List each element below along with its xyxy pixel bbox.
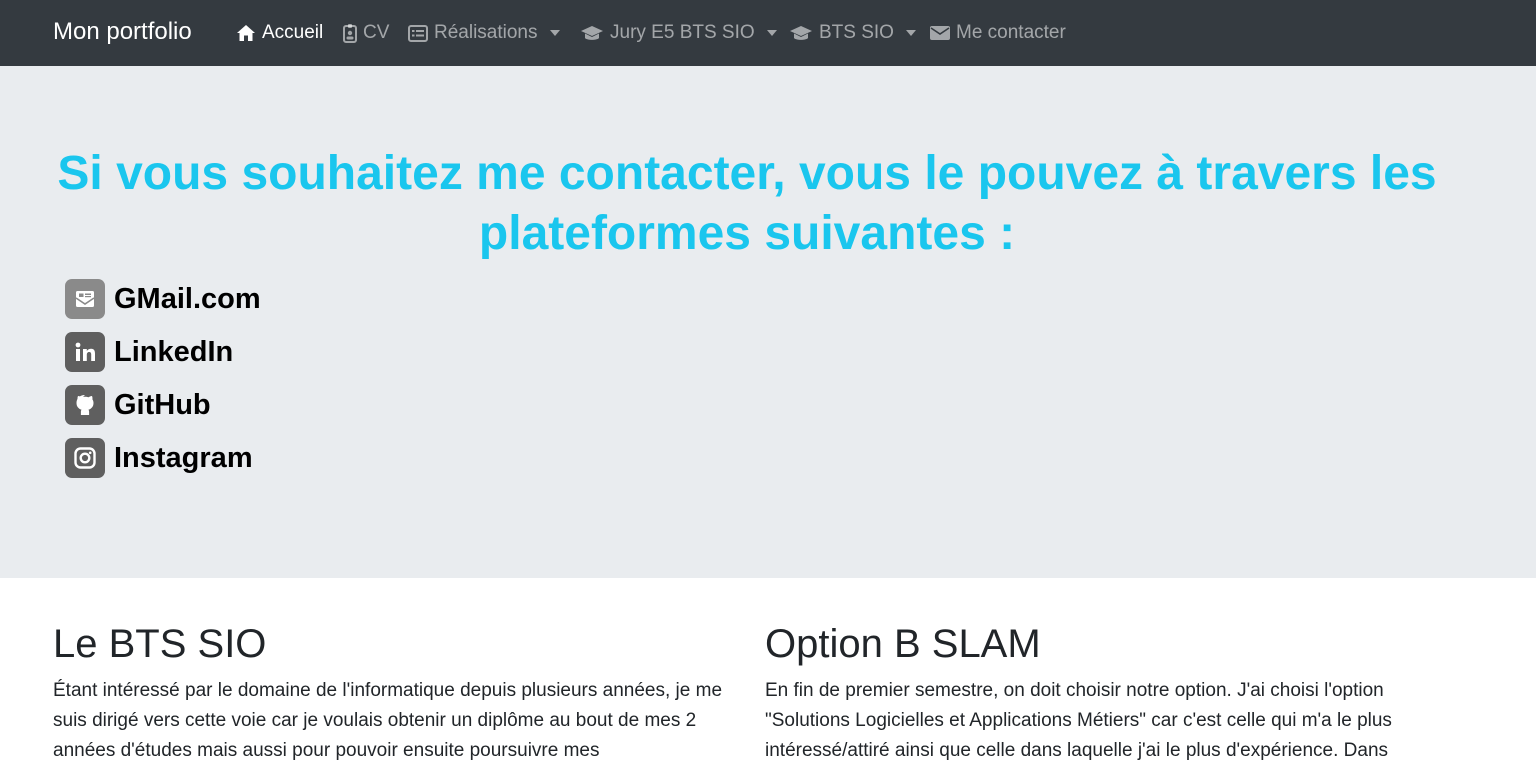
contact-link-instagram[interactable]: Instagram — [65, 438, 253, 478]
contact-jumbotron: Si vous souhaitez me contacter, vous le … — [0, 66, 1536, 578]
contact-label-github: GitHub — [114, 389, 211, 421]
section-title-bts-sio: Le BTS SIO — [53, 622, 267, 666]
instagram-icon — [65, 438, 105, 478]
contact-link-github[interactable]: GitHub — [65, 385, 211, 425]
id-badge-icon — [343, 24, 357, 43]
contact-label-instagram: Instagram — [114, 442, 253, 474]
contact-label-gmail: GMail.com — [114, 283, 261, 315]
mail-icon — [65, 279, 105, 319]
chevron-down-icon — [549, 30, 560, 36]
section-option-slam: Option B SLAM En fin de premier semestre… — [765, 620, 1445, 765]
contact-label-linkedin: LinkedIn — [114, 336, 234, 368]
github-icon — [65, 385, 105, 425]
nav-label-accueil: Accueil — [262, 22, 324, 43]
nav-item-accueil[interactable]: Accueil — [236, 19, 323, 47]
contact-link-gmail[interactable]: GMail.com — [65, 279, 261, 319]
brand-link[interactable]: Mon portfolio — [53, 16, 192, 48]
contact-link-linkedin[interactable]: LinkedIn — [65, 332, 233, 372]
nav-label-realisations: Réalisations — [434, 22, 538, 43]
nav-item-realisations[interactable]: Réalisations — [408, 19, 560, 47]
graduation-cap-icon — [581, 25, 603, 40]
nav-item-bts-sio[interactable]: BTS SIO — [789, 19, 916, 47]
nav-label-jury-e5: Jury E5 BTS SIO — [610, 22, 755, 43]
chevron-down-icon — [905, 30, 916, 36]
top-navbar: Mon portfolio Accueil CV Réalisations Ju… — [0, 0, 1536, 66]
nav-item-cv[interactable]: CV — [343, 19, 389, 47]
section-text-bts-sio: Étant intéressé par le domaine de l'info… — [53, 680, 723, 761]
section-text-option-slam: En fin de premier semestre, on doit choi… — [765, 680, 1392, 761]
envelope-icon — [930, 26, 950, 40]
section-bts-sio: Le BTS SIO Étant intéressé par le domain… — [53, 620, 733, 765]
section-title-option-slam: Option B SLAM — [765, 622, 1041, 666]
graduation-cap-icon — [790, 25, 812, 40]
nav-item-me-contacter[interactable]: Me contacter — [930, 19, 1066, 47]
contact-heading: Si vous souhaitez me contacter, vous le … — [57, 147, 1437, 260]
nav-label-cv: CV — [363, 22, 390, 43]
linkedin-icon — [65, 332, 105, 372]
nav-label-bts-sio: BTS SIO — [819, 22, 894, 43]
list-alt-icon — [408, 24, 428, 42]
chevron-down-icon — [766, 30, 777, 36]
nav-item-jury-e5[interactable]: Jury E5 BTS SIO — [580, 19, 777, 47]
nav-label-me-contacter: Me contacter — [956, 22, 1066, 43]
home-icon — [237, 25, 255, 41]
